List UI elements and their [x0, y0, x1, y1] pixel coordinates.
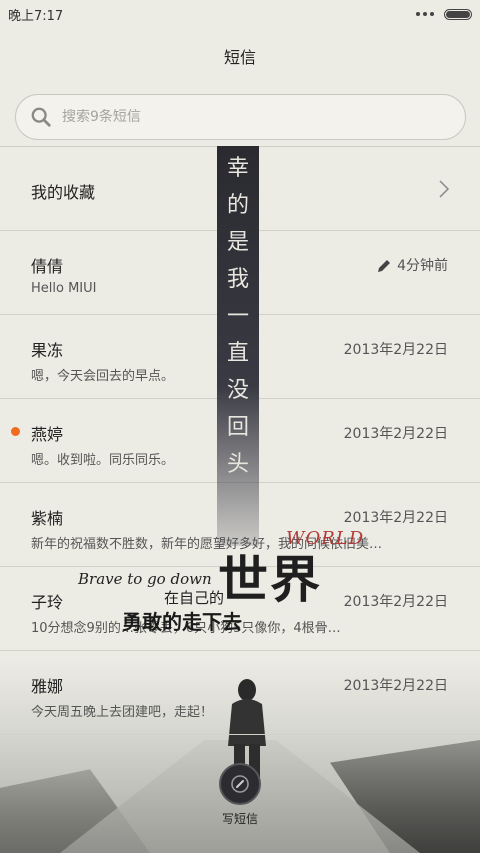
contact-name: 子玲: [31, 593, 64, 612]
message-time: 2013年2月22日: [343, 426, 448, 442]
compose-label[interactable]: 写短信: [214, 810, 266, 827]
wallpaper-vertical-text: 幸的是我一直没回头: [226, 156, 249, 477]
message-preview: 今天周五晚上去团建吧，走起！: [31, 705, 214, 720]
wallpaper-zaiziji-text: 在自己的: [164, 589, 225, 607]
contact-name: 燕婷: [31, 425, 64, 444]
search-bar[interactable]: [15, 94, 466, 140]
status-time: 晚上7:17: [8, 8, 64, 24]
search-icon: [31, 107, 51, 127]
message-time: 2013年2月22日: [343, 342, 448, 358]
page-title: 短信: [223, 48, 256, 67]
status-bar: 晚上7:17: [0, 0, 480, 28]
contact-name: 倩倩: [31, 257, 64, 276]
conversation-row[interactable]: 雅娜 今天周五晚上去团建吧，走起！ 2013年2月22日: [0, 651, 480, 735]
battery-icon: [444, 8, 472, 20]
message-time: 2013年2月22日: [343, 678, 448, 694]
favorites-label: 我的收藏: [31, 183, 96, 202]
message-time: 4分钟前: [377, 255, 448, 275]
compose-pen-icon: [231, 775, 249, 793]
contact-name: 紫楠: [31, 509, 64, 528]
wallpaper-yonggan-text: 勇敢的走下去: [122, 610, 242, 634]
wallpaper-shijie-text: 世界: [218, 550, 322, 609]
more-dots-icon: [416, 12, 434, 16]
message-time: 2013年2月22日: [343, 594, 448, 610]
contact-name: 雅娜: [31, 677, 64, 696]
search-input[interactable]: [62, 109, 442, 125]
compose-button[interactable]: [219, 763, 261, 805]
contact-name: 果冻: [31, 341, 64, 360]
message-time: 2013年2月22日: [343, 510, 448, 526]
draft-pencil-icon: [378, 260, 391, 272]
chevron-right-icon: [439, 180, 450, 198]
wallpaper-brave-text: Brave to go down: [78, 570, 212, 588]
unread-dot-icon: [11, 427, 20, 436]
status-icons: [416, 8, 472, 20]
message-time-text: 4分钟前: [397, 258, 448, 274]
